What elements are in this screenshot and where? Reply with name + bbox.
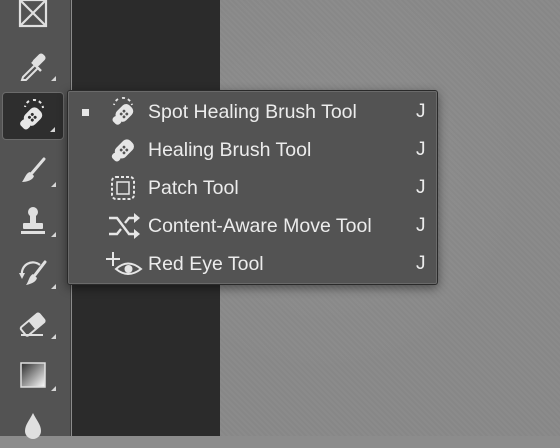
history-brush-tool-button[interactable] — [2, 250, 64, 296]
gradient-icon — [20, 362, 46, 388]
submenu-indicator — [51, 76, 56, 81]
menu-item-spot-healing-brush-tool[interactable]: Spot Healing Brush Tool J — [68, 93, 437, 131]
clone-stamp-icon — [21, 207, 45, 234]
menu-item-label: Red Eye Tool — [148, 253, 264, 275]
menu-item-content-aware-move-tool[interactable]: Content-Aware Move Tool J — [68, 207, 437, 245]
frame-tool-button[interactable] — [2, 0, 64, 36]
submenu-indicator — [50, 127, 55, 132]
menu-item-shortcut: J — [416, 177, 426, 198]
menu-item-shortcut: J — [416, 215, 426, 236]
submenu-indicator — [51, 334, 56, 339]
menu-item-red-eye-tool[interactable]: Red Eye Tool J — [68, 245, 437, 283]
patch-icon — [111, 176, 135, 200]
eyedropper-tool-button[interactable] — [2, 42, 64, 88]
clone-stamp-tool-button[interactable] — [2, 198, 64, 244]
gradient-tool-button[interactable] — [2, 352, 64, 398]
blur-tool-button[interactable] — [2, 402, 64, 448]
frame-icon — [18, 0, 48, 28]
spot-healing-brush-tool-button[interactable] — [2, 92, 64, 140]
spot-healing-brush-icon — [20, 98, 44, 130]
healing-tools-flyout-menu: Spot Healing Brush Tool J Healing Brush … — [67, 90, 438, 285]
selected-bullet-icon — [82, 109, 89, 116]
tools-panel — [0, 0, 71, 439]
eraser-tool-button[interactable] — [2, 300, 64, 346]
menu-item-healing-brush-tool[interactable]: Healing Brush Tool J — [68, 131, 437, 169]
submenu-indicator — [51, 386, 56, 391]
brush-icon — [22, 157, 46, 182]
healing-brush-icon — [111, 139, 134, 162]
submenu-indicator — [51, 284, 56, 289]
menu-item-shortcut: J — [416, 139, 426, 160]
menu-item-label: Patch Tool — [148, 177, 239, 199]
history-brush-icon — [19, 260, 47, 285]
brush-tool-button[interactable] — [2, 148, 64, 194]
red-eye-icon — [106, 252, 143, 275]
content-aware-move-icon — [109, 213, 140, 239]
spot-healing-brush-icon — [112, 97, 134, 125]
menu-item-patch-tool[interactable]: Patch Tool J — [68, 169, 437, 207]
eraser-icon — [19, 312, 46, 337]
submenu-indicator — [51, 182, 56, 187]
submenu-indicator — [51, 232, 56, 237]
eyedropper-icon — [20, 53, 46, 81]
menu-item-shortcut: J — [416, 101, 426, 122]
menu-item-shortcut: J — [416, 253, 426, 274]
menu-item-label: Healing Brush Tool — [148, 139, 312, 161]
menu-item-label: Spot Healing Brush Tool — [148, 101, 357, 123]
menu-item-label: Content-Aware Move Tool — [148, 215, 372, 237]
blur-drop-icon — [25, 413, 41, 439]
